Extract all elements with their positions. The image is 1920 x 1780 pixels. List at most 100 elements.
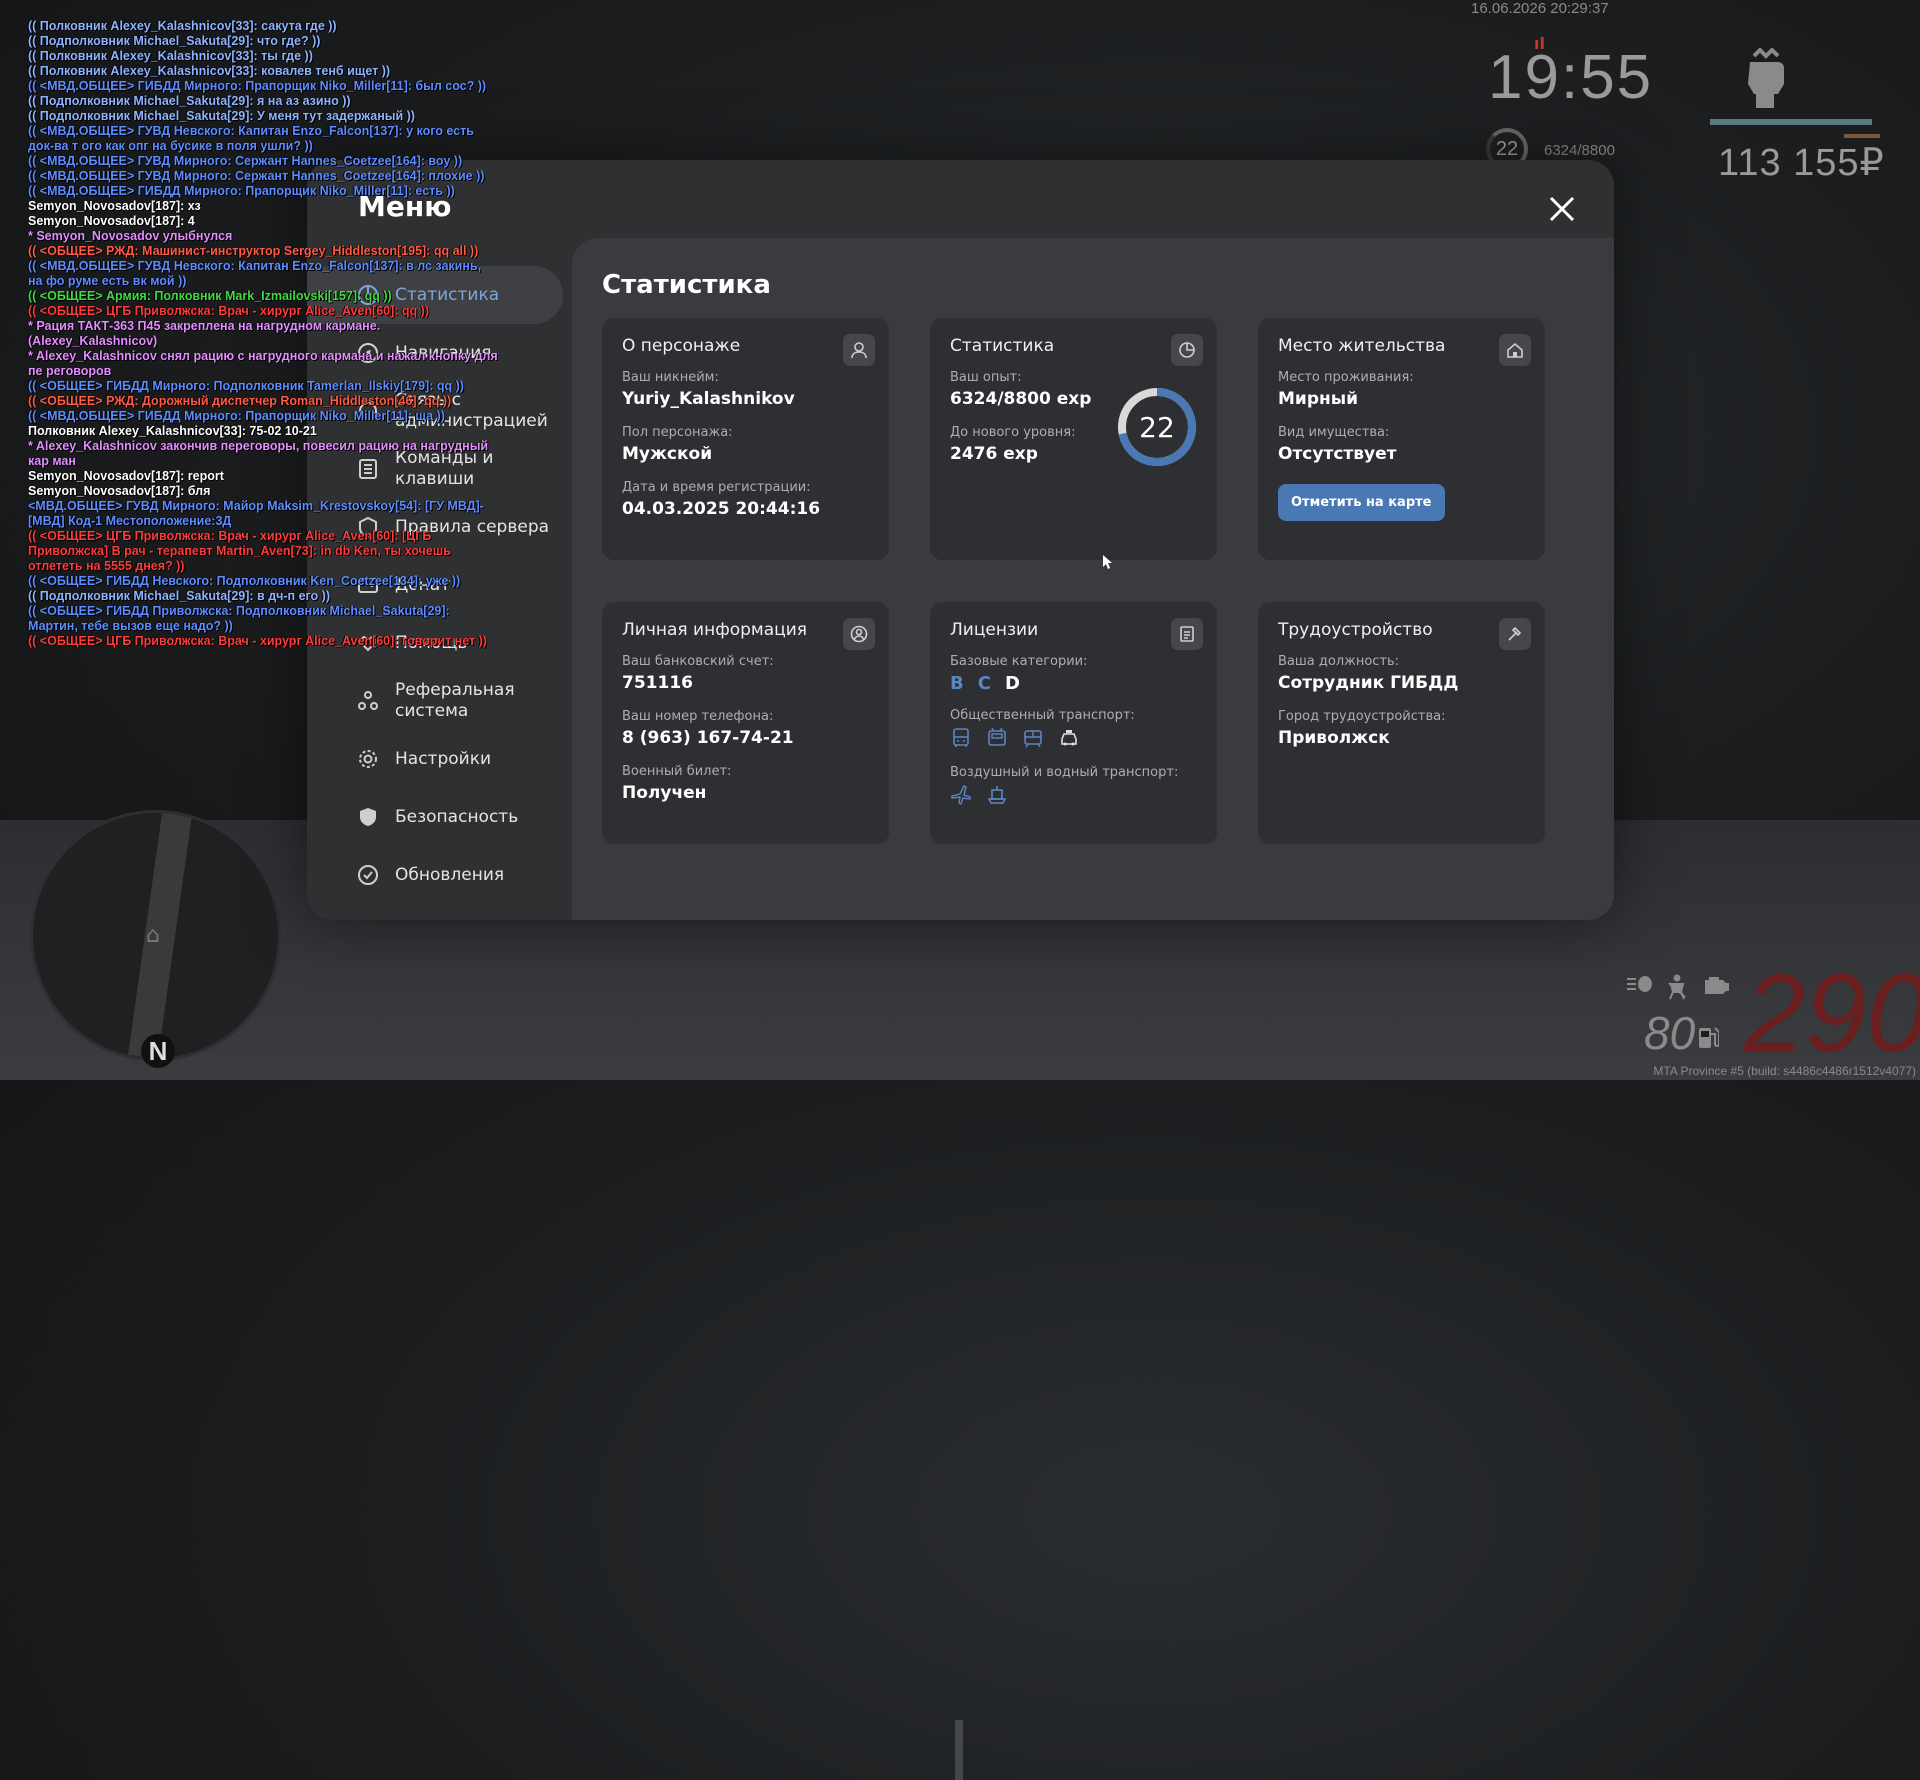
- nav-label: Обновления: [395, 864, 505, 885]
- chat-line: Полковник Alexey_Kalashnicov[33]: 75-02 …: [28, 424, 317, 438]
- field-label: Ваш номер телефона:: [622, 709, 774, 724]
- build-info: MTA Province #5 (build: s4486c4486r1512v…: [1653, 1064, 1916, 1078]
- nickname-value: Yuriy_Kalashnikov: [622, 389, 795, 409]
- shield-icon: [360, 808, 376, 826]
- air-water-transport-icons: [950, 784, 1197, 806]
- player-marker-icon: ⌂: [146, 923, 160, 948]
- nav-item-settings[interactable]: Настройки: [307, 730, 572, 788]
- field-label: Ваш банковский счет:: [622, 654, 774, 669]
- chat-line: (( Подполковник Michael_Sakuta[29]: я на…: [28, 94, 351, 108]
- statistics-card: Статистика Ваш опыт: 6324/8800 exp До но…: [930, 318, 1217, 560]
- chat-line: (( <МВД.ОБЩЕЕ> ГУВД Мирного: Сержант Han…: [28, 154, 463, 168]
- field-label: Дата и время регистрации:: [622, 480, 811, 495]
- bus-icon: [953, 728, 969, 747]
- referral-icon: [358, 691, 378, 710]
- minimap-north: N: [141, 1034, 175, 1068]
- property-value: Отсутствует: [1278, 444, 1397, 464]
- armor-bar: [1844, 134, 1880, 138]
- hud-datetime: 16.06.2026 20:29:37: [1471, 0, 1609, 17]
- card-title: Трудоустройство: [1278, 620, 1433, 640]
- close-icon[interactable]: [1547, 194, 1577, 224]
- user-icon: [843, 334, 875, 366]
- chat-line: * Alexey_Kalashnicov закончив переговоры…: [28, 439, 489, 468]
- license-category-b: B: [950, 673, 964, 694]
- card-title: Личная информация: [622, 620, 808, 640]
- chat-line: (( Полковник Alexey_Kalashnicov[33]: сак…: [28, 19, 337, 33]
- update-icon: [358, 865, 378, 885]
- hud-clock: 19:55: [1488, 43, 1654, 112]
- field-label: Вид имущества:: [1278, 425, 1390, 440]
- chat-line: (( Подполковник Michael_Sakuta[29]: что …: [28, 34, 321, 48]
- chat-line: (( <МВД.ОБЩЕЕ> ГИБДД Мирного: Прапорщик …: [28, 79, 487, 93]
- tram-icon: [1024, 730, 1042, 748]
- employment-card: Трудоустройство Ваша должность: Сотрудни…: [1258, 602, 1545, 844]
- bank-value: 751116: [622, 673, 693, 693]
- minimap: ⌂: [30, 810, 281, 1061]
- license-category-c: C: [977, 673, 991, 694]
- field-label: Пол персонажа:: [622, 425, 733, 440]
- chat-line: Semyon_Novosadov[187]: report: [28, 469, 224, 483]
- mark-on-map-button[interactable]: Отметить на карте: [1278, 484, 1445, 521]
- home-icon: [1499, 334, 1531, 366]
- headlights-icon: [1627, 976, 1652, 992]
- chat-line: (( <ОБЩЕЕ> ГИБДД Приволжска: Подполковни…: [28, 604, 450, 633]
- residence-card: Место жительства Место проживания: Мирны…: [1258, 318, 1545, 560]
- chat-line: (( <ОБЩЕЕ> ГИБДД Мирного: Подполковник T…: [28, 379, 464, 393]
- field-label: Ваша должность:: [1278, 654, 1400, 669]
- license-categories: B C D: [950, 673, 1197, 694]
- hud-exp: 6324/8800: [1544, 142, 1615, 159]
- hud-speed: 290: [1744, 952, 1920, 1075]
- trolleybus-icon: [988, 727, 1006, 746]
- level-value: 22: [1139, 410, 1175, 444]
- chat-line: (( <ОБЩЕЕ> ГИБДД Невского: Подполковник …: [28, 574, 461, 588]
- field-label: Военный билет:: [622, 764, 732, 779]
- chat-line: (( <МВД.ОБЩЕЕ> ГУВД Невского: Капитан En…: [28, 124, 474, 153]
- nav-item-updates[interactable]: Обновления: [307, 846, 572, 904]
- chat-line: (( <ОБЩЕЕ> ЦГБ Приволжска: Врач - хирург…: [28, 634, 487, 648]
- chat-line: (( Подполковник Michael_Sakuta[29]: У ме…: [28, 109, 415, 123]
- military-value: Получен: [622, 783, 707, 803]
- nav-item-referral[interactable]: Реферальная система: [307, 672, 572, 730]
- registered-value: 04.03.2025 20:44:16: [622, 499, 821, 519]
- chat-line: (( <МВД.ОБЩЕЕ> ГИБДД Мирного: Прапорщик …: [28, 184, 455, 198]
- nav-label: Безопасность: [395, 806, 519, 827]
- licenses-card: Лицензии Базовые категории: B C D Общест…: [930, 602, 1217, 844]
- chat-line: * Semyon_Novosadov улыбнулся: [28, 229, 233, 243]
- public-transport-icons: [950, 727, 1197, 749]
- chat-line: (( Полковник Alexey_Kalashnicov[33]: ты …: [28, 49, 313, 63]
- character-card: О персонаже Ваш никнейм: Yuriy_Kalashnik…: [602, 318, 889, 560]
- chat-line: <МВД.ОБЩЕЕ> ГУВД Мирного: Майор Maksim_K…: [28, 499, 484, 528]
- nav-item-security[interactable]: Безопасность: [307, 788, 572, 846]
- boat-icon: [987, 786, 1007, 804]
- position-value: Сотрудник ГИБДД: [1278, 673, 1459, 693]
- card-title: Лицензии: [950, 620, 1039, 640]
- chat-line: * Alexey_Kalashnicov снял рацию с нагруд…: [28, 349, 498, 378]
- fuel-icon: [1699, 1027, 1719, 1048]
- card-title: Место жительства: [1278, 336, 1446, 356]
- chat-line: Semyon_Novosadov[187]: 4: [28, 214, 195, 228]
- chat-line: * Рация ТАКТ-363 П45 закреплена на нагру…: [28, 319, 381, 348]
- chat-line: (( Подполковник Michael_Sakuta[29]: в дч…: [28, 589, 330, 603]
- gender-value: Мужской: [622, 444, 713, 464]
- city-value: Приволжск: [1278, 728, 1390, 748]
- field-label: Город трудоустройства:: [1278, 709, 1446, 724]
- chat-line: (( <ОБЩЕЕ> РЖД: Дорожный диспетчер Roman…: [28, 394, 452, 408]
- content-panel: Статистика О персонаже Ваш никнейм: Yuri…: [572, 238, 1614, 920]
- vehicle-status-icons: [1625, 974, 1731, 1000]
- place-value: Мирный: [1278, 389, 1359, 409]
- minimap-road: [128, 813, 192, 1058]
- card-title: О персонаже: [622, 336, 741, 356]
- hud-fuel: 80: [1644, 1007, 1696, 1059]
- chat-line: Semyon_Novosadov[187]: хз: [28, 199, 201, 213]
- chat-line: (( <ОБЩЕЕ> ЦГБ Приволжска: Врач - хирург…: [28, 304, 429, 318]
- gear-icon: [359, 750, 377, 768]
- road-marking: [955, 1720, 963, 1780]
- field-label: Воздушный и водный транспорт:: [950, 765, 1179, 780]
- profile-circle-icon: [843, 618, 875, 650]
- chat-log: (( Полковник Alexey_Kalashnicov[33]: сак…: [28, 19, 498, 649]
- card-title: Статистика: [950, 336, 1055, 356]
- menu-window: Меню Статистика Навигация Связь с админи…: [307, 160, 1614, 920]
- fist-icon: [1748, 48, 1784, 108]
- chat-line: Semyon_Novosadov[187]: бля: [28, 484, 211, 498]
- clock-chart-icon: [1171, 334, 1203, 366]
